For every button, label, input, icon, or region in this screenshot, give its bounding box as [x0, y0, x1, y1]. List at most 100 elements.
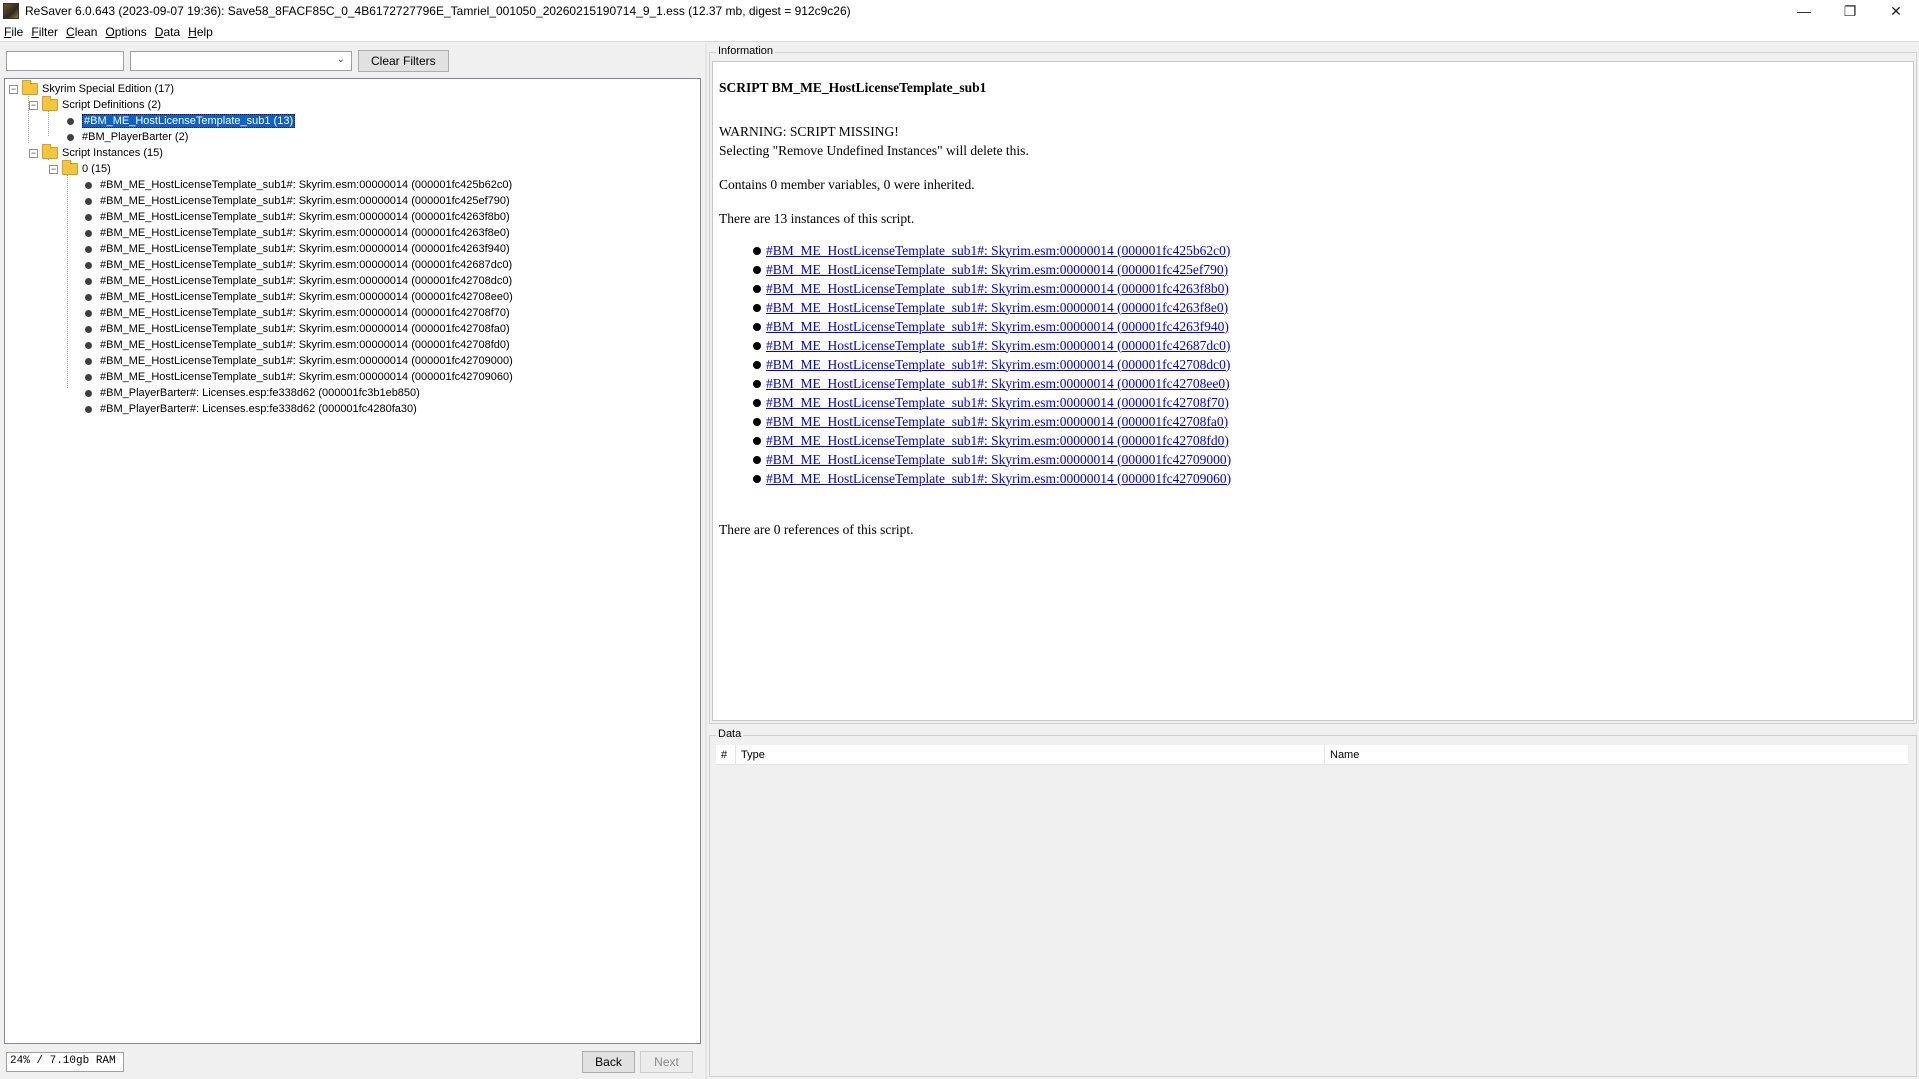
- instance-link[interactable]: #BM_ME_HostLicenseTemplate_sub1#: Skyrim…: [766, 281, 1229, 297]
- instance-link-list: #BM_ME_HostLicenseTemplate_sub1#: Skyrim…: [753, 241, 1231, 488]
- collapse-icon[interactable]: −: [9, 84, 18, 94]
- tree-node-instance[interactable]: #BM_ME_HostLicenseTemplate_sub1#: Skyrim…: [85, 305, 510, 321]
- list-item: #BM_ME_HostLicenseTemplate_sub1#: Skyrim…: [753, 279, 1231, 298]
- tree-node-instance[interactable]: #BM_ME_HostLicenseTemplate_sub1#: Skyrim…: [85, 209, 510, 225]
- list-item: #BM_ME_HostLicenseTemplate_sub1#: Skyrim…: [753, 260, 1231, 279]
- list-item: #BM_ME_HostLicenseTemplate_sub1#: Skyrim…: [753, 298, 1231, 317]
- tree-node-instance[interactable]: #BM_ME_HostLicenseTemplate_sub1#: Skyrim…: [85, 321, 510, 337]
- instance-link[interactable]: #BM_ME_HostLicenseTemplate_sub1#: Skyrim…: [766, 357, 1230, 373]
- tree-node-label: 0 (15): [82, 163, 111, 175]
- tree-node-instance[interactable]: #BM_ME_HostLicenseTemplate_sub1#: Skyrim…: [85, 177, 512, 193]
- list-item: #BM_ME_HostLicenseTemplate_sub1#: Skyrim…: [753, 374, 1231, 393]
- title-bar: ReSaver 6.0.643 (2023-09-07 19:36): Save…: [0, 0, 1919, 22]
- data-group: Data # Type Name: [709, 728, 1917, 1077]
- tree-node-label: #BM_ME_HostLicenseTemplate_sub1#: Skyrim…: [100, 291, 513, 303]
- back-button[interactable]: Back: [582, 1051, 635, 1073]
- menu-clean[interactable]: Clean: [66, 25, 97, 39]
- bullet-icon: [753, 398, 761, 407]
- tree-node-instances-group[interactable]: − 0 (15): [49, 160, 111, 177]
- tree-node-instance[interactable]: #BM_PlayerBarter#: Licenses.esp:fe338d62…: [85, 385, 420, 401]
- column-header-type[interactable]: Type: [736, 745, 1325, 765]
- instance-link[interactable]: #BM_ME_HostLicenseTemplate_sub1#: Skyrim…: [766, 433, 1229, 449]
- folder-icon: [42, 144, 58, 159]
- menu-filter[interactable]: Filter: [31, 25, 58, 39]
- bullet-icon: [753, 436, 761, 445]
- next-button[interactable]: Next: [640, 1051, 693, 1073]
- collapse-icon[interactable]: −: [29, 100, 38, 110]
- script-dot-icon: [85, 229, 92, 237]
- tree-node-instance[interactable]: #BM_ME_HostLicenseTemplate_sub1#: Skyrim…: [85, 289, 513, 305]
- instance-link[interactable]: #BM_ME_HostLicenseTemplate_sub1#: Skyrim…: [766, 395, 1229, 411]
- tree-node-label: #BM_ME_HostLicenseTemplate_sub1#: Skyrim…: [100, 323, 510, 335]
- column-header-number[interactable]: #: [716, 745, 736, 765]
- tree-node-label: #BM_PlayerBarter#: Licenses.esp:fe338d62…: [100, 403, 417, 415]
- tree-node-label: #BM_ME_HostLicenseTemplate_sub1 (13): [82, 114, 296, 128]
- instance-link[interactable]: #BM_ME_HostLicenseTemplate_sub1#: Skyrim…: [766, 243, 1230, 259]
- instance-link[interactable]: #BM_ME_HostLicenseTemplate_sub1#: Skyrim…: [766, 262, 1228, 278]
- instance-count-text: There are 13 instances of this script.: [719, 211, 915, 226]
- tree-node-instance[interactable]: #BM_ME_HostLicenseTemplate_sub1#: Skyrim…: [85, 273, 512, 289]
- window-title: ReSaver 6.0.643 (2023-09-07 19:36): Save…: [25, 4, 851, 18]
- tree-connector: [67, 164, 68, 388]
- tree-node-label: #BM_PlayerBarter#: Licenses.esp:fe338d62…: [100, 387, 420, 399]
- tree-node-label: Script Definitions (2): [62, 99, 162, 111]
- tree-node-root[interactable]: − Skyrim Special Edition (17): [9, 80, 174, 97]
- column-header-name[interactable]: Name: [1325, 745, 1908, 765]
- bullet-icon: [753, 265, 761, 274]
- tree-node-instance[interactable]: #BM_PlayerBarter#: Licenses.esp:fe338d62…: [85, 401, 417, 417]
- information-group-label: Information: [716, 45, 776, 57]
- menu-help[interactable]: Help: [188, 25, 213, 39]
- filter-mod-select[interactable]: ⌄: [130, 51, 352, 71]
- clear-filters-button[interactable]: Clear Filters: [358, 50, 449, 72]
- tree-node-label: #BM_ME_HostLicenseTemplate_sub1#: Skyrim…: [100, 275, 513, 287]
- collapse-icon[interactable]: −: [29, 148, 38, 158]
- tree-node-label: Script Instances (15): [62, 147, 163, 159]
- script-dot-icon: [85, 389, 92, 397]
- tree-node-definition-selected[interactable]: #BM_ME_HostLicenseTemplate_sub1 (13): [67, 113, 296, 129]
- list-item: #BM_ME_HostLicenseTemplate_sub1#: Skyrim…: [753, 317, 1231, 336]
- tree-node-label: #BM_ME_HostLicenseTemplate_sub1#: Skyrim…: [100, 371, 513, 383]
- instance-link[interactable]: #BM_ME_HostLicenseTemplate_sub1#: Skyrim…: [766, 471, 1231, 487]
- panel-splitter[interactable]: [705, 44, 707, 1079]
- status-bar: 24% / 7.10gb RAM Back Next: [6, 1051, 703, 1073]
- tree-node-instance[interactable]: #BM_ME_HostLicenseTemplate_sub1#: Skyrim…: [85, 369, 513, 385]
- collapse-icon[interactable]: −: [49, 164, 58, 174]
- instance-link[interactable]: #BM_ME_HostLicenseTemplate_sub1#: Skyrim…: [766, 376, 1230, 392]
- tree-node-script-instances[interactable]: − Script Instances (15): [29, 144, 163, 161]
- tree-node-instance[interactable]: #BM_ME_HostLicenseTemplate_sub1#: Skyrim…: [85, 337, 510, 353]
- script-dot-icon: [85, 325, 92, 333]
- bullet-icon: [753, 455, 761, 464]
- tree-node-definition[interactable]: #BM_PlayerBarter (2): [67, 129, 188, 145]
- information-content: SCRIPT BM_ME_HostLicenseTemplate_sub1 WA…: [712, 61, 1914, 721]
- maximize-button[interactable]: ❐: [1827, 0, 1873, 22]
- member-variables-text: Contains 0 member variables, 0 were inhe…: [719, 177, 975, 192]
- instance-link[interactable]: #BM_ME_HostLicenseTemplate_sub1#: Skyrim…: [766, 338, 1230, 354]
- tree-node-instance[interactable]: #BM_ME_HostLicenseTemplate_sub1#: Skyrim…: [85, 257, 512, 273]
- instance-link[interactable]: #BM_ME_HostLicenseTemplate_sub1#: Skyrim…: [766, 319, 1229, 335]
- close-button[interactable]: ✕: [1873, 0, 1919, 22]
- ram-usage: 24% / 7.10gb RAM: [6, 1052, 124, 1072]
- menu-bar: File Filter Clean Options Data Help: [0, 22, 1919, 42]
- menu-file[interactable]: File: [4, 25, 23, 39]
- tree-node-script-definitions[interactable]: − Script Definitions (2): [29, 96, 162, 113]
- filter-text-input[interactable]: [6, 51, 124, 71]
- information-group: Information SCRIPT BM_ME_HostLicenseTemp…: [709, 45, 1917, 724]
- script-dot-icon: [85, 197, 92, 205]
- script-dot-icon: [85, 277, 92, 285]
- tree-node-instance[interactable]: #BM_ME_HostLicenseTemplate_sub1#: Skyrim…: [85, 225, 510, 241]
- script-dot-icon: [85, 309, 92, 317]
- tree-node-instance[interactable]: #BM_ME_HostLicenseTemplate_sub1#: Skyrim…: [85, 193, 510, 209]
- list-item: #BM_ME_HostLicenseTemplate_sub1#: Skyrim…: [753, 241, 1231, 260]
- tree-node-label: #BM_ME_HostLicenseTemplate_sub1#: Skyrim…: [100, 307, 510, 319]
- tree-node-instance[interactable]: #BM_ME_HostLicenseTemplate_sub1#: Skyrim…: [85, 241, 510, 257]
- menu-data[interactable]: Data: [155, 25, 180, 39]
- instance-link[interactable]: #BM_ME_HostLicenseTemplate_sub1#: Skyrim…: [766, 414, 1228, 430]
- script-dot-icon: [85, 245, 92, 253]
- instance-link[interactable]: #BM_ME_HostLicenseTemplate_sub1#: Skyrim…: [766, 452, 1231, 468]
- menu-options[interactable]: Options: [105, 25, 146, 39]
- save-tree[interactable]: − Skyrim Special Edition (17) − Script D…: [4, 78, 701, 1044]
- minimize-button[interactable]: —: [1781, 0, 1827, 22]
- instance-link[interactable]: #BM_ME_HostLicenseTemplate_sub1#: Skyrim…: [766, 300, 1228, 316]
- tree-node-instance[interactable]: #BM_ME_HostLicenseTemplate_sub1#: Skyrim…: [85, 353, 513, 369]
- references-text: There are 0 references of this script.: [719, 522, 914, 537]
